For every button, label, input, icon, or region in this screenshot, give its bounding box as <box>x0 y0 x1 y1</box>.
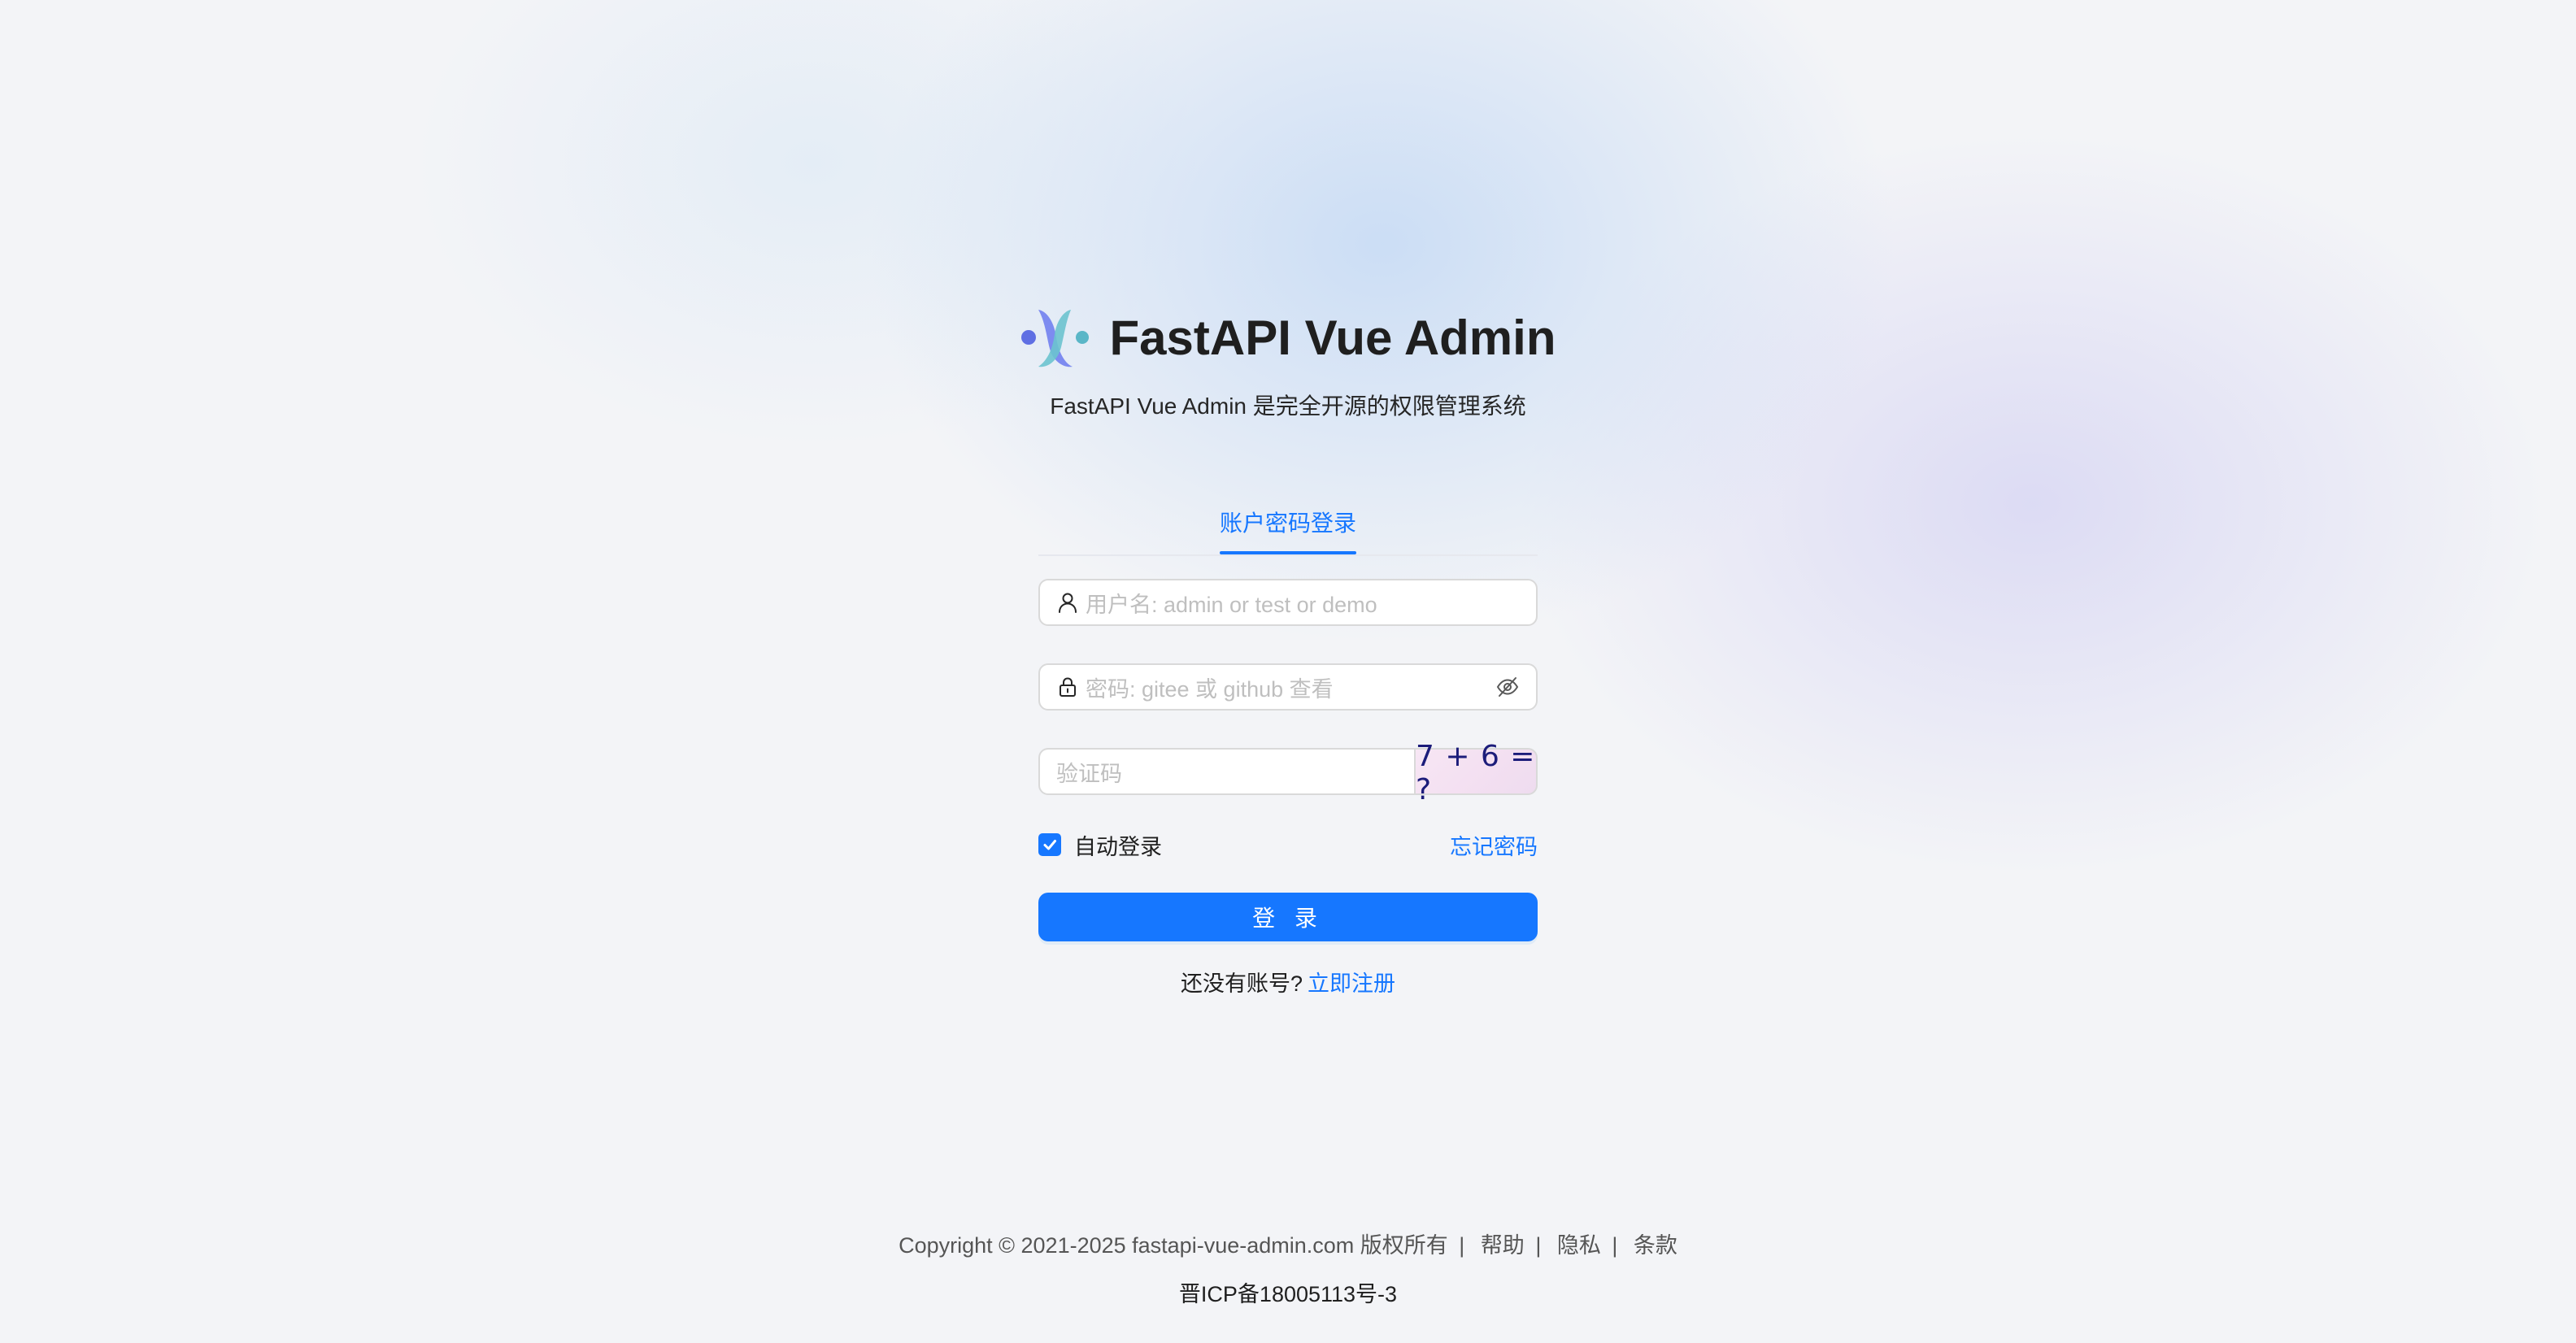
captcha-input[interactable]: 验证码 <box>1038 748 1414 795</box>
brand-row: FastAPI Vue Admin <box>0 301 2576 374</box>
footer-link-help[interactable]: 帮助 <box>1481 1233 1525 1258</box>
forgot-password-link[interactable]: 忘记密码 <box>1450 829 1538 861</box>
register-row: 还没有账号? 立即注册 <box>1038 966 1538 997</box>
login-button[interactable]: 登 录 <box>1038 893 1538 941</box>
login-header: FastAPI Vue Admin FastAPI Vue Admin 是完全开… <box>0 301 2576 421</box>
app-subtitle: FastAPI Vue Admin 是完全开源的权限管理系统 <box>1050 393 1526 419</box>
login-options-row: 自动登录 忘记密码 <box>1038 829 1538 861</box>
password-placeholder: 密码: gitee 或 github 查看 <box>1086 676 1334 702</box>
footer-link-terms[interactable]: 条款 <box>1634 1233 1677 1258</box>
auto-login-label: 自动登录 <box>1074 834 1162 859</box>
captcha-image[interactable]: 7 + 6 = ? <box>1414 740 1538 806</box>
register-link[interactable]: 立即注册 <box>1308 971 1395 996</box>
footer-separator: | <box>1612 1233 1618 1258</box>
footer-separator: | <box>1535 1233 1542 1258</box>
password-field[interactable]: 密码: gitee 或 github 查看 <box>1038 663 1538 711</box>
username-field[interactable]: 用户名: admin or test or demo <box>1038 579 1538 626</box>
login-tabs: 账户密码登录 <box>1038 493 1538 556</box>
tab-account-password-login[interactable]: 账户密码登录 <box>1219 493 1357 554</box>
footer-separator: | <box>1459 1233 1465 1258</box>
footer-links: Copyright © 2021-2025 fastapi-vue-admin.… <box>0 1228 2576 1259</box>
user-icon <box>1059 593 1077 613</box>
footer-link-privacy[interactable]: 隐私 <box>1557 1233 1601 1258</box>
check-icon <box>1043 840 1056 850</box>
checkbox-checked-icon[interactable] <box>1038 833 1061 856</box>
icp-record[interactable]: 晋ICP备18005113号-3 <box>0 1276 2576 1308</box>
register-prompt: 还没有账号? <box>1180 971 1303 996</box>
copyright-text: Copyright © 2021-2025 fastapi-vue-admin.… <box>899 1233 1448 1258</box>
fastapi-vue-admin-logo-icon <box>1020 310 1089 367</box>
eye-invisible-icon[interactable] <box>1495 675 1520 699</box>
login-form: 账户密码登录 用户名: admin or test or demo 密码: gi… <box>1038 493 1538 997</box>
username-placeholder: 用户名: admin or test or demo <box>1086 592 1377 617</box>
auto-login-checkbox[interactable]: 自动登录 <box>1038 829 1162 861</box>
lock-icon <box>1060 677 1076 697</box>
app-title: FastAPI Vue Admin <box>1109 310 1556 365</box>
captcha-row: 验证码 7 + 6 = ? <box>1038 740 1538 806</box>
captcha-placeholder: 验证码 <box>1056 761 1122 786</box>
